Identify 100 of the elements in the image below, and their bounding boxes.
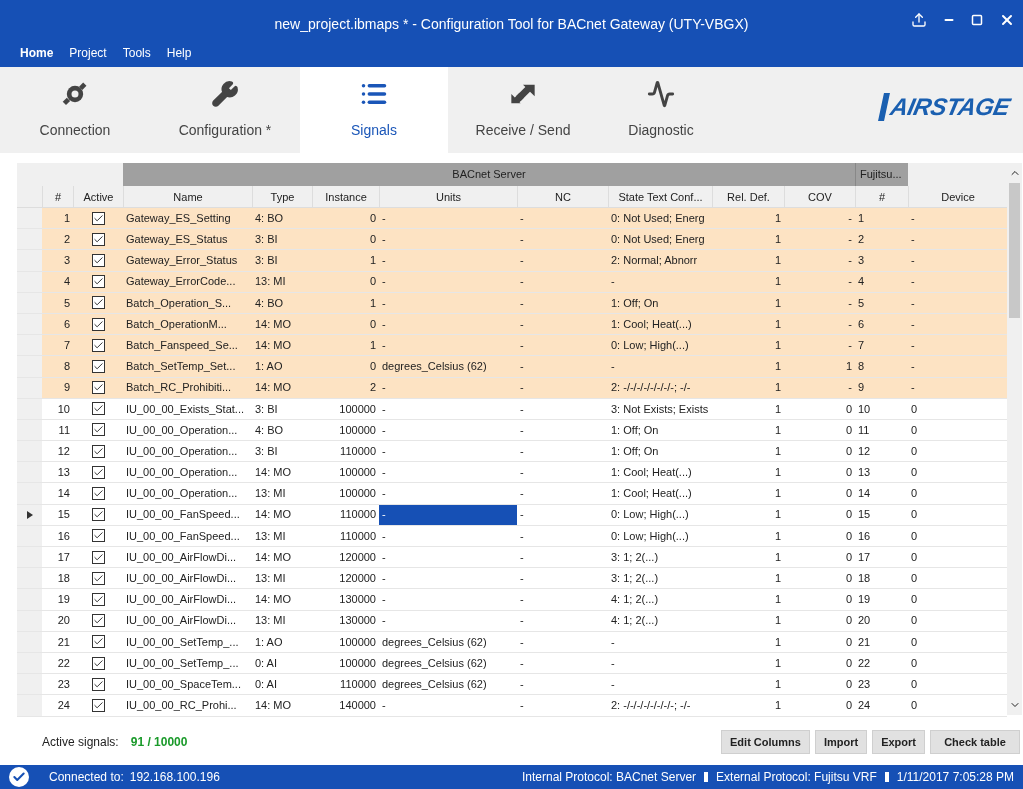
column-header[interactable]: Type	[252, 186, 312, 207]
row-header-cell[interactable]	[17, 313, 42, 335]
toolbar-button[interactable]: Edit Columns	[721, 730, 810, 754]
column-header[interactable]: #	[42, 186, 73, 207]
toolbar-button[interactable]: Import	[814, 730, 868, 754]
row-number: 20	[56, 613, 71, 629]
row-header-cell[interactable]	[17, 674, 42, 695]
units-cell-text: -	[381, 613, 387, 629]
active-checkbox[interactable]	[91, 359, 105, 373]
column-header[interactable]: Rel. Def.	[712, 186, 784, 207]
row-header-cell[interactable]	[17, 547, 42, 568]
active-checkbox[interactable]	[91, 592, 105, 606]
row-header-cell[interactable]	[17, 631, 42, 652]
active-checkbox[interactable]	[91, 296, 105, 310]
state-text-cell-text: -	[610, 359, 616, 375]
export-icon[interactable]	[911, 12, 927, 28]
active-checkbox[interactable]	[91, 550, 105, 564]
column-header[interactable]: #	[855, 186, 908, 207]
name-cell-text: IU_00_00_Operation...	[125, 486, 239, 502]
active-checkbox[interactable]	[91, 253, 105, 267]
type-cell-text: 3: BI	[254, 253, 279, 269]
row-header-cell[interactable]	[17, 589, 42, 610]
row-header-cell[interactable]	[17, 441, 42, 462]
column-header[interactable]: Name	[123, 186, 252, 207]
active-checkbox[interactable]	[91, 423, 105, 437]
maximize-icon[interactable]	[971, 14, 983, 26]
ribbon-tab[interactable]: Diagnostic	[598, 67, 724, 153]
state-text-cell-text: 2: -/-/-/-/-/-/-/-; -/-	[610, 698, 692, 714]
active-checkbox[interactable]	[91, 275, 105, 289]
row-header-cell[interactable]	[17, 208, 42, 229]
vertical-scrollbar[interactable]	[1007, 163, 1022, 715]
row-header-cell[interactable]	[17, 250, 42, 271]
active-checkbox[interactable]	[91, 508, 105, 522]
column-header[interactable]: Units	[379, 186, 517, 207]
active-checkbox[interactable]	[91, 338, 105, 352]
row-header-cell[interactable]	[17, 504, 42, 525]
column-header[interactable]: NC	[517, 186, 608, 207]
row-header-cell[interactable]	[17, 610, 42, 631]
ribbon-tab[interactable]: Receive / Send	[448, 67, 598, 153]
row-header-cell[interactable]	[17, 525, 42, 546]
menu-item[interactable]: Project	[69, 44, 107, 62]
row-header-cell[interactable]	[17, 483, 42, 504]
row-header-cell[interactable]	[17, 292, 42, 313]
menu-item[interactable]: Help	[166, 44, 192, 62]
active-checkbox[interactable]	[91, 444, 105, 458]
ribbon-tab[interactable]: Connection	[0, 67, 150, 153]
active-checkbox[interactable]	[91, 571, 105, 585]
row-header-cell[interactable]	[17, 335, 42, 356]
column-header[interactable]: COV	[784, 186, 855, 207]
device-cell-text: -	[910, 210, 916, 226]
column-header[interactable]: State Text Conf...	[608, 186, 712, 207]
type-cell-text: 14: MO	[254, 549, 293, 565]
column-header[interactable]: Active	[73, 186, 123, 207]
row-header-cell[interactable]	[17, 652, 42, 674]
close-icon[interactable]	[999, 12, 1015, 28]
rel-def-cell-text: 1	[773, 316, 782, 332]
row-header-cell[interactable]	[17, 419, 42, 441]
toolbar-button[interactable]: Export	[872, 730, 925, 754]
active-checkbox[interactable]	[91, 381, 105, 395]
row-number: 8	[62, 359, 71, 375]
cov-cell-text: -	[847, 253, 853, 269]
rel-def-cell-text: 1	[773, 337, 782, 353]
state-text-cell-text: 0: Not Used; Energ	[610, 232, 706, 248]
rel-def-cell-text: 1	[773, 380, 782, 396]
cov-cell-text: 0	[844, 528, 853, 544]
scrollbar-thumb[interactable]	[1009, 183, 1020, 318]
row-header-cell[interactable]	[17, 568, 42, 589]
cov-cell-text: 0	[844, 486, 853, 502]
toolbar-button[interactable]: Check table	[930, 730, 1020, 754]
active-checkbox[interactable]	[91, 317, 105, 331]
row-header-cell[interactable]	[17, 695, 42, 716]
column-header[interactable]: Instance	[312, 186, 379, 207]
row-header-cell[interactable]	[17, 377, 42, 398]
active-checkbox[interactable]	[91, 614, 105, 628]
menu-item[interactable]: Home	[20, 44, 54, 62]
units-cell-text: degrees_Celsius (62)	[381, 655, 488, 671]
active-checkbox[interactable]	[91, 465, 105, 479]
ribbon-tab[interactable]: Signals	[300, 67, 448, 153]
active-checkbox[interactable]	[91, 402, 105, 416]
fujitsu-number-cell-text: 13	[857, 465, 872, 481]
nc-cell-text: -	[519, 422, 525, 438]
active-checkbox[interactable]	[91, 635, 105, 649]
active-checkbox[interactable]	[91, 487, 105, 501]
row-header-cell[interactable]	[17, 398, 42, 419]
row-header-cell[interactable]	[17, 356, 42, 377]
active-checkbox[interactable]	[91, 656, 105, 670]
active-checkbox[interactable]	[91, 677, 105, 691]
row-header-cell[interactable]	[17, 229, 42, 250]
active-checkbox[interactable]	[91, 232, 105, 246]
row-header-cell[interactable]	[17, 462, 42, 483]
active-checkbox[interactable]	[91, 698, 105, 712]
ribbon-tab[interactable]: Configuration *	[150, 67, 300, 153]
row-number: 23	[56, 676, 71, 692]
menu-item[interactable]: Tools	[122, 44, 151, 62]
row-header-cell[interactable]	[17, 271, 42, 292]
fujitsu-number-cell-text: 12	[857, 443, 872, 459]
type-cell-text: 14: MO	[254, 592, 293, 608]
rel-def-cell-text: 1	[773, 274, 782, 290]
active-checkbox[interactable]	[91, 529, 105, 543]
active-checkbox[interactable]	[91, 211, 105, 225]
